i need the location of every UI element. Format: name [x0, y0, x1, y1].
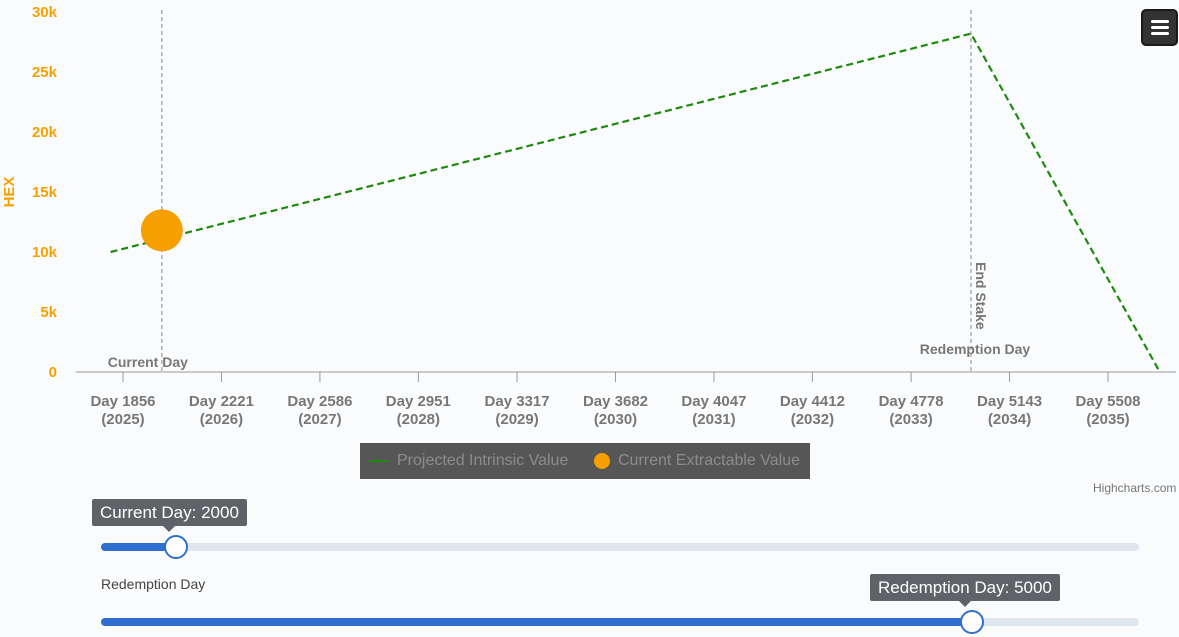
legend-item-projected[interactable]: Projected Intrinsic Value [370, 443, 568, 479]
x-tick-label: Day 4412 [780, 393, 845, 410]
y-tick-label: 0 [49, 364, 57, 381]
x-tick-year: (2030) [594, 411, 637, 428]
current-day-slider[interactable] [101, 535, 1139, 559]
current-extractable-value-point [140, 209, 183, 252]
x-tick-year: (2027) [298, 411, 341, 428]
x-tick-year: (2025) [101, 411, 144, 428]
x-tick-year: (2032) [791, 411, 834, 428]
credits-link[interactable]: Highcharts.com [1093, 481, 1176, 495]
x-tick-year: (2028) [397, 411, 440, 428]
line-legend-icon [370, 460, 388, 462]
redemption-day-slider-thumb[interactable] [960, 610, 984, 634]
redemption-day-slider[interactable] [101, 610, 1139, 634]
projected-intrinsic-value-line [110, 32, 1161, 373]
redemption-day-tooltip: Redemption Day: 5000 [870, 574, 1060, 607]
end-stake-plot-label: End Stake [973, 262, 989, 330]
x-tick-label: Day 5143 [977, 393, 1042, 410]
current-day-plot-label: Current Day [108, 354, 188, 370]
legend-label: Current Extractable Value [618, 452, 801, 469]
hamburger-menu-icon [1151, 32, 1169, 35]
y-tick-label: 10k [32, 244, 58, 261]
y-tick-label: 25k [32, 64, 58, 81]
current-day-slider-thumb[interactable] [164, 535, 188, 559]
y-tick-label: 15k [32, 184, 58, 201]
x-tick-year: (2029) [495, 411, 538, 428]
current-day-tooltip: Current Day: 2000 [92, 499, 247, 532]
legend-label: Projected Intrinsic Value [397, 452, 569, 469]
y-tick-label: 5k [40, 304, 57, 321]
x-tick-year: (2034) [988, 411, 1031, 428]
x-tick-year: (2026) [200, 411, 243, 428]
x-tick-year: (2031) [692, 411, 735, 428]
dot-legend-icon [594, 453, 610, 469]
chart-container: 0 5k 10k 15k 20k 25k 30k HEX Day 1856 (2025) Day 2… [0, 0, 1179, 500]
y-tick-label: 30k [32, 4, 58, 21]
legend-item-extractable[interactable]: Current Extractable Value [594, 443, 800, 479]
x-tick-label: Day 1856 [90, 393, 155, 410]
x-tick-label: Day 2221 [189, 393, 254, 410]
x-tick-label: Day 3317 [485, 393, 550, 410]
chart-legend: Projected Intrinsic Value Current Extrac… [360, 443, 810, 479]
x-tick-label: Day 4047 [681, 393, 746, 410]
slider-fill [101, 618, 972, 626]
x-tick-label: Day 2951 [386, 393, 451, 410]
redemption-day-plot-label: Redemption Day [920, 341, 1031, 357]
chart-svg: 0 5k 10k 15k 20k 25k 30k HEX Day 1856(2025) Day 2… [1, 4, 1176, 428]
redemption-day-label: Redemption Day [101, 576, 206, 592]
x-tick-label: Day 3682 [583, 393, 648, 410]
y-axis-title: HEX [1, 177, 18, 208]
x-tick-year: (2033) [889, 411, 932, 428]
hamburger-menu-icon [1151, 20, 1169, 23]
x-tick-label: Day 4778 [879, 393, 944, 410]
hamburger-menu-icon [1151, 26, 1169, 29]
x-tick-label: Day 2586 [287, 393, 352, 410]
y-tick-label: 20k [32, 124, 58, 141]
x-tick-label: Day 5508 [1075, 393, 1140, 410]
chart-menu-button[interactable] [1141, 9, 1178, 46]
x-tick-year: (2035) [1086, 411, 1129, 428]
